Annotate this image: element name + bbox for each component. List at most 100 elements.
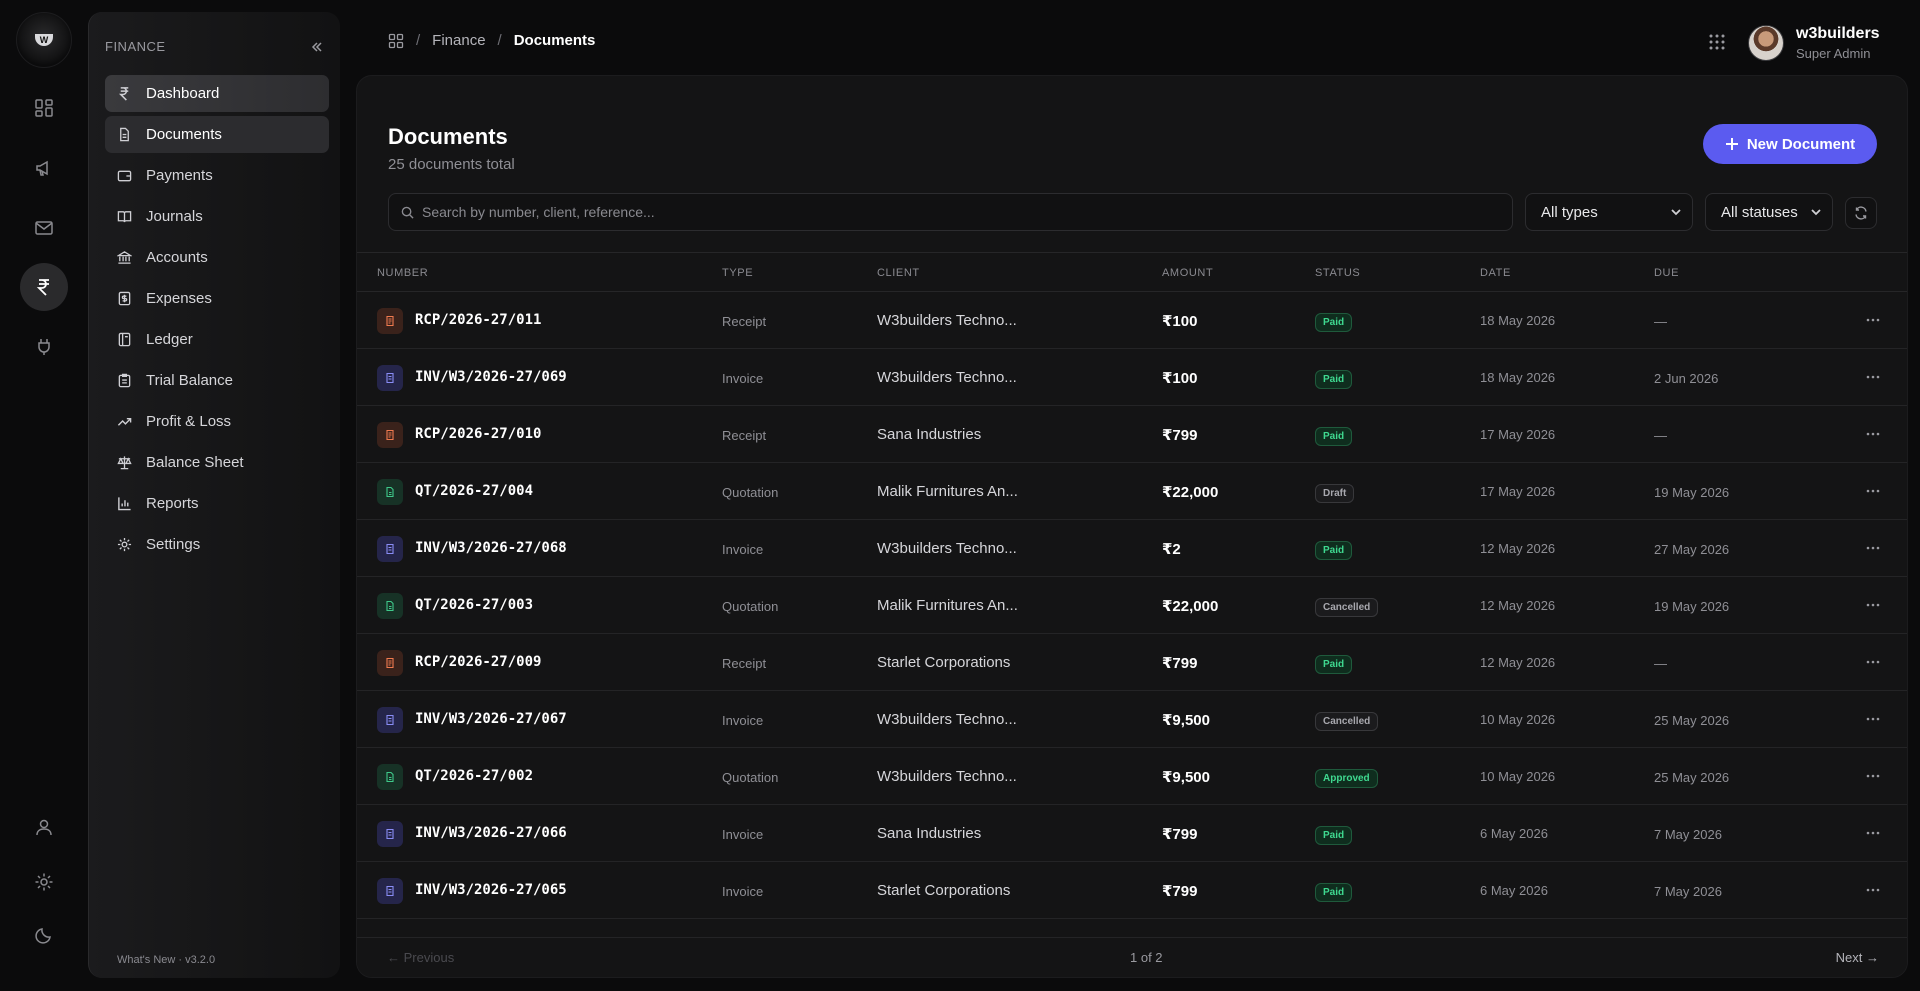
document-number[interactable]: QT/2026-27/003 (415, 597, 533, 613)
table-row[interactable]: RCP/2026-27/009 Receipt Starlet Corporatio… (357, 634, 1907, 691)
column-header-number[interactable]: NUMBER (377, 267, 428, 279)
document-number[interactable]: INV/W3/2026-27/068 (415, 540, 567, 556)
sidebar-item-balance-sheet[interactable]: Balance Sheet (105, 444, 329, 481)
collapse-sidebar-button[interactable] (306, 36, 328, 58)
breadcrumb-current: Documents (513, 32, 596, 49)
refresh-button[interactable] (1845, 197, 1877, 229)
page-title: Documents (388, 124, 508, 149)
documents-card: Documents 25 documents total New Documen… (356, 75, 1908, 978)
rail-integrations-button[interactable] (20, 323, 68, 371)
sidebar-item-trial-balance[interactable]: Trial Balance (105, 362, 329, 399)
search-input[interactable] (422, 204, 1482, 220)
grid-icon[interactable] (388, 33, 404, 49)
rail-theme-toggle[interactable] (20, 911, 68, 959)
table-row[interactable]: INV/W3/2026-27/065 Invoice Starlet Corpora… (357, 862, 1907, 919)
document-amount: ₹799 (1162, 826, 1198, 843)
document-amount: ₹2 (1162, 541, 1181, 558)
document-due: 19 May 2026 (1654, 485, 1730, 500)
app-logo[interactable]: W (16, 12, 72, 68)
more-options-icon[interactable] (1865, 597, 1881, 613)
rail-settings-button[interactable] (20, 858, 68, 906)
document-number[interactable]: RCP/2026-27/010 (415, 426, 541, 442)
column-header-client[interactable]: CLIENT (877, 267, 920, 279)
document-number[interactable]: RCP/2026-27/009 (415, 654, 541, 670)
status-badge: Paid (1315, 541, 1353, 560)
status-filter-select[interactable]: All statuses (1705, 193, 1833, 231)
document-number[interactable]: RCP/2026-27/011 (415, 312, 541, 328)
sidebar-item-label: Payments (146, 167, 213, 184)
sidebar-item-profit-loss[interactable]: Profit & Loss (105, 403, 329, 440)
more-options-icon[interactable] (1865, 426, 1881, 442)
more-options-icon[interactable] (1865, 369, 1881, 385)
apps-launcher-button[interactable] (1708, 33, 1726, 51)
more-options-icon[interactable] (1865, 825, 1881, 841)
sidebar-item-documents[interactable]: Documents (105, 116, 329, 153)
document-number[interactable]: QT/2026-27/004 (415, 483, 533, 499)
document-number[interactable]: INV/W3/2026-27/065 (415, 882, 567, 898)
status-badge: Draft (1315, 484, 1355, 503)
table-row[interactable]: INV/W3/2026-27/067 Invoice W3builders Tech… (357, 691, 1907, 748)
sidebar-item-expenses[interactable]: Expenses (105, 280, 329, 317)
search-box[interactable] (388, 193, 1513, 231)
status-badge-wrap: Paid (1315, 312, 1353, 332)
more-options-icon[interactable] (1865, 312, 1881, 328)
column-header-date[interactable]: DATE (1480, 267, 1511, 279)
rail-profile-button[interactable] (20, 803, 68, 851)
more-options-icon[interactable] (1865, 882, 1881, 898)
column-header-amount[interactable]: AMOUNT (1162, 267, 1213, 279)
user-name[interactable]: w3builders (1796, 25, 1880, 43)
document-number[interactable]: INV/W3/2026-27/069 (415, 369, 567, 385)
table-row[interactable]: RCP/2026-27/011 Receipt W3builders Techno.… (357, 292, 1907, 349)
column-header-due[interactable]: DUE (1654, 267, 1679, 279)
table-row[interactable]: QT/2026-27/002 Quotation W3builders Techno… (357, 748, 1907, 805)
document-amount: ₹799 (1162, 655, 1198, 672)
document-number[interactable]: QT/2026-27/002 (415, 768, 533, 784)
status-badge: Paid (1315, 826, 1353, 845)
type-filter-select[interactable]: All types (1525, 193, 1693, 231)
table-row[interactable]: INV/W3/2026-27/069 Invoice W3builders Tech… (357, 349, 1907, 406)
whats-new-link[interactable]: What's New · v3.2.0 (117, 954, 215, 966)
sidebar-item-payments[interactable]: Payments (105, 157, 329, 194)
column-header-type[interactable]: TYPE (722, 267, 753, 279)
rail-finance-button[interactable] (20, 263, 68, 311)
more-options-icon[interactable] (1865, 654, 1881, 670)
rail-dashboard-button[interactable] (20, 84, 68, 132)
rail-mail-button[interactable] (20, 204, 68, 252)
plus-icon (1725, 138, 1738, 150)
logo-letter: W (35, 34, 53, 46)
previous-page-button[interactable]: ← Previous (387, 950, 454, 965)
trend-icon (117, 417, 132, 426)
document-type: Receipt (722, 656, 767, 671)
breadcrumb-finance[interactable]: Finance (432, 32, 485, 49)
sidebar-item-journals[interactable]: Journals (105, 198, 329, 235)
column-header-status[interactable]: STATUS (1315, 267, 1360, 279)
moon-icon (35, 928, 51, 944)
document-date: 18 May 2026 (1480, 370, 1556, 385)
table-row[interactable]: RCP/2026-27/010 Receipt Sana Industries ₹79… (357, 406, 1907, 463)
document-number[interactable]: INV/W3/2026-27/067 (415, 711, 567, 727)
status-badge: Paid (1315, 313, 1353, 332)
document-number[interactable]: INV/W3/2026-27/066 (415, 825, 567, 841)
megaphone-icon (36, 160, 48, 176)
sidebar-item-reports[interactable]: Reports (105, 485, 329, 522)
sidebar-item-accounts[interactable]: Accounts (105, 239, 329, 276)
next-page-button[interactable]: Next → (1836, 950, 1879, 965)
sidebar-item-label: Dashboard (146, 85, 220, 102)
more-options-icon[interactable] (1865, 540, 1881, 556)
table-row[interactable]: INV/W3/2026-27/068 Invoice W3builders Tech… (357, 520, 1907, 577)
avatar[interactable] (1748, 25, 1784, 61)
document-due: — (1654, 314, 1667, 329)
refresh-icon (1855, 206, 1867, 220)
table-row[interactable]: QT/2026-27/003 Quotation Malik Furnitures … (357, 577, 1907, 634)
sidebar-item-ledger[interactable]: Ledger (105, 321, 329, 358)
table-row[interactable]: QT/2026-27/004 Quotation Malik Furnitures … (357, 463, 1907, 520)
more-options-icon[interactable] (1865, 768, 1881, 784)
more-options-icon[interactable] (1865, 483, 1881, 499)
status-badge-wrap: Draft (1315, 483, 1355, 503)
table-row[interactable]: INV/W3/2026-27/066 Invoice Sana Industries… (357, 805, 1907, 862)
more-options-icon[interactable] (1865, 711, 1881, 727)
rail-campaigns-button[interactable] (20, 144, 68, 192)
sidebar-item-dashboard[interactable]: Dashboard (105, 75, 329, 112)
new-document-button[interactable]: New Document (1703, 124, 1877, 164)
sidebar-item-settings[interactable]: Settings (105, 526, 329, 563)
